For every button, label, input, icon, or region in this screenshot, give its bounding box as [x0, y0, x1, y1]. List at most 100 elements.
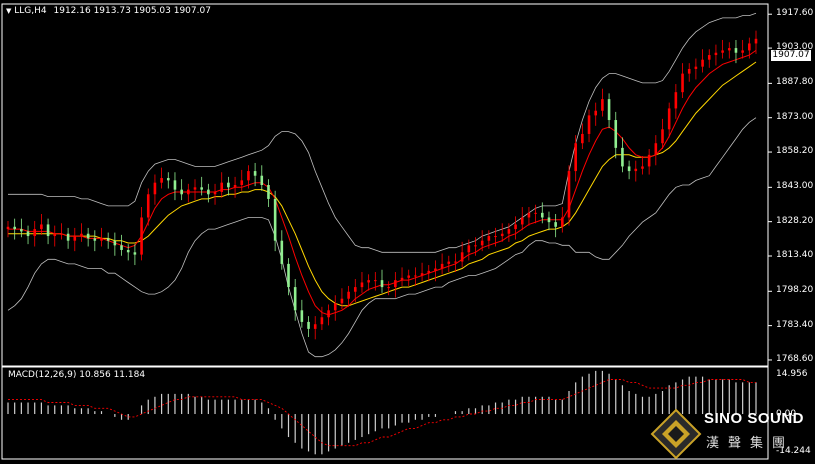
price-tick-label: 1813.40 — [776, 250, 814, 260]
candle-body — [280, 240, 284, 264]
price-tick-label: 1887.80 — [776, 77, 814, 88]
candle-body — [667, 108, 671, 130]
candle-body — [707, 55, 711, 60]
candle-body — [374, 280, 377, 282]
candle-body — [320, 317, 324, 325]
dropdown-arrow-icon[interactable]: ▼ — [6, 7, 11, 15]
sino-sound-logo: SINO SOUND 漢聲集團 — [650, 408, 815, 463]
candle-body — [240, 180, 244, 185]
candle-body — [607, 99, 611, 121]
candle-body — [721, 50, 724, 53]
candle-body — [166, 178, 170, 181]
candle-body — [26, 231, 30, 237]
candle-body — [500, 233, 504, 237]
candle-body — [247, 171, 250, 181]
candle-body — [754, 38, 758, 44]
candle-body — [20, 229, 23, 232]
candle-body — [614, 120, 618, 148]
price-tick-label: 1798.20 — [776, 285, 814, 296]
candle-body — [414, 275, 417, 277]
macd-label: MACD(12,26,9) 10.856 11.184 — [8, 370, 146, 380]
candle-body — [741, 50, 744, 53]
macd-signal-line — [8, 379, 756, 447]
logo-name: SINO SOUND — [704, 410, 805, 427]
candle-body — [120, 245, 123, 250]
candle-body — [253, 171, 257, 176]
bollinger-lower-line — [7, 117, 757, 358]
candle-body — [73, 236, 77, 241]
candle-body — [601, 99, 604, 111]
candle-body — [220, 182, 224, 192]
candle-body — [587, 115, 591, 134]
candle-body — [227, 182, 230, 188]
bollinger-upper-line — [8, 12, 757, 253]
candle-body — [480, 240, 484, 246]
price-tick-label: 1768.60 — [776, 353, 814, 364]
symbol-label: LLG,H4 — [14, 6, 47, 16]
ohlc-values: 1912.16 1913.73 1905.03 1907.07 — [53, 6, 211, 16]
candle-body — [634, 168, 638, 172]
price-tick-label: 1917.60 — [776, 8, 814, 19]
candle-body — [420, 273, 424, 276]
candle-body — [661, 129, 664, 144]
candle-body — [460, 252, 464, 262]
candle-body — [540, 212, 544, 218]
candle-body — [701, 59, 704, 67]
candle-body — [454, 261, 457, 263]
candle-body — [267, 185, 270, 199]
current-price-label: 1907.07 — [771, 50, 811, 61]
candle-body — [187, 189, 190, 195]
candle-body — [146, 194, 150, 218]
candle-body — [654, 143, 658, 155]
candle-body — [641, 166, 644, 169]
macd-tick-max: 14.956 — [776, 369, 808, 379]
candle-body — [133, 252, 137, 255]
candle-body — [387, 287, 390, 289]
candle-body — [53, 233, 57, 237]
candle-body — [80, 233, 83, 237]
candle-body — [494, 236, 497, 238]
candle-body — [307, 321, 310, 329]
symbol-header: ▼ LLG,H4 1912.16 1913.73 1905.03 1907.07 — [6, 6, 211, 16]
candle-body — [347, 291, 350, 299]
candle-body — [748, 43, 751, 51]
candle-body — [474, 245, 477, 247]
candle-body — [394, 280, 397, 288]
candle-body — [293, 287, 297, 311]
candle-body — [327, 310, 330, 318]
candle-body — [113, 240, 117, 246]
candle-body — [694, 66, 698, 69]
candle-body — [547, 217, 551, 223]
candle-body — [86, 233, 90, 239]
candle-body — [106, 238, 110, 241]
candle-body — [714, 52, 718, 56]
candle-body — [520, 217, 524, 225]
candle-body — [360, 282, 364, 288]
candle-body — [333, 303, 337, 311]
logo-subtitle: 漢聲集團 — [706, 436, 795, 451]
candle-body — [734, 48, 738, 53]
candle-body — [193, 187, 197, 190]
candle-body — [367, 280, 370, 283]
candle-body — [260, 175, 264, 185]
logo-diamond-icon — [650, 408, 702, 460]
candle-body — [13, 226, 16, 230]
candle-body — [727, 48, 731, 51]
candle-body — [621, 147, 624, 167]
candle-body — [40, 224, 43, 230]
price-tick-label: 1858.20 — [776, 146, 814, 157]
candle-body — [173, 180, 177, 190]
candle-body — [300, 310, 304, 322]
candle-body — [507, 229, 511, 234]
candle-body — [514, 224, 517, 230]
chart-canvas[interactable] — [0, 0, 815, 463]
candle-body — [554, 222, 557, 227]
candle-body — [153, 182, 157, 195]
candle-body — [534, 212, 537, 214]
candle-body — [213, 191, 217, 195]
candle-body — [313, 324, 317, 329]
candle-body — [581, 133, 584, 144]
candle-body — [340, 298, 344, 304]
candle-body — [561, 217, 564, 227]
candle-body — [687, 68, 691, 74]
